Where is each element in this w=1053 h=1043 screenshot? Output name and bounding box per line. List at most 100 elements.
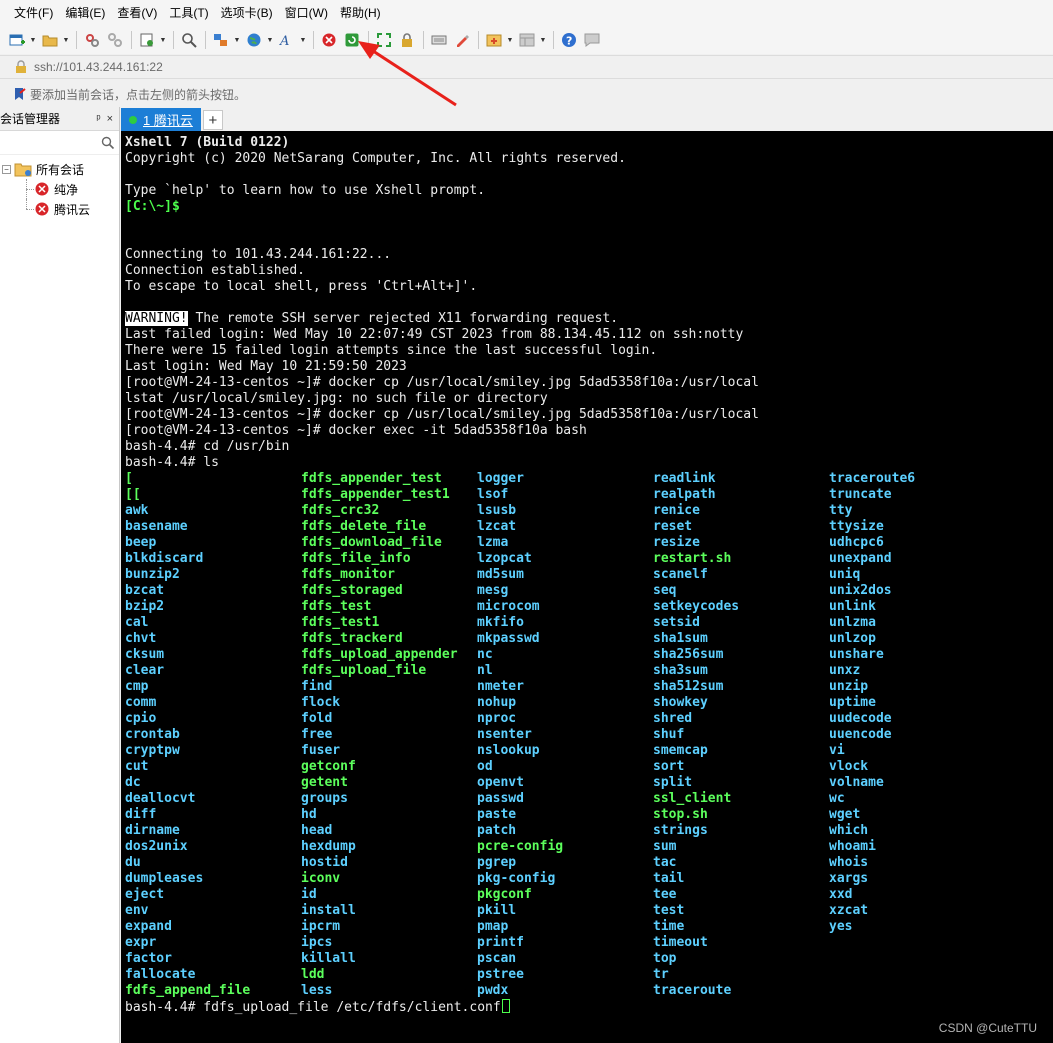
ls-entry: lzopcat	[477, 551, 532, 566]
menu-item-6[interactable]: 帮助(H)	[334, 0, 387, 26]
ls-entry: ipcrm	[301, 919, 341, 934]
ls-entry: bzcat	[125, 583, 165, 598]
ls-entry: expand	[125, 919, 172, 934]
session-search[interactable]	[0, 131, 119, 155]
ls-entry: cksum	[125, 647, 165, 662]
menu-item-2[interactable]: 查看(V)	[111, 0, 163, 26]
open-folder-icon[interactable]	[39, 29, 61, 51]
menu-item-0[interactable]: 文件(F)	[8, 0, 59, 26]
ls-entry: nc	[477, 647, 493, 662]
ls-entry: time	[653, 919, 685, 934]
add-tab-button[interactable]: +	[202, 110, 223, 130]
ls-entry: du	[125, 855, 141, 870]
disconnect-icon[interactable]	[104, 29, 126, 51]
terminal-line: [root@VM-24-13-centos ~]# docker cp /usr…	[125, 375, 759, 390]
layout-icon[interactable]	[516, 29, 538, 51]
ls-entry: mesg	[477, 583, 509, 598]
ls-entry: pkgconf	[477, 887, 532, 902]
add-tab-dropdown[interactable]: ▼	[506, 29, 514, 51]
menu-item-1[interactable]: 编辑(E)	[59, 0, 111, 26]
transfer-dropdown[interactable]: ▼	[233, 29, 241, 51]
ls-entry: uptime	[829, 695, 876, 710]
search-icon[interactable]	[101, 136, 115, 150]
ls-entry: getent	[301, 775, 348, 790]
open-dropdown[interactable]: ▼	[62, 29, 70, 51]
layout-dropdown[interactable]: ▼	[539, 29, 547, 51]
ls-entry: tee	[653, 887, 677, 902]
ls-entry: truncate	[829, 487, 892, 502]
ls-entry: reset	[653, 519, 693, 534]
xftp-green-icon[interactable]	[341, 29, 363, 51]
properties-icon[interactable]	[136, 29, 158, 51]
pin-icon[interactable]: ᵖ	[96, 113, 100, 125]
close-icon[interactable]: ×	[107, 113, 113, 125]
ls-entry: nohup	[477, 695, 517, 710]
ls-entry	[829, 983, 1005, 999]
lock-icon[interactable]	[396, 29, 418, 51]
ls-entry: wc	[829, 791, 845, 806]
terminal-line: To escape to local shell, press 'Ctrl+Al…	[125, 279, 478, 294]
ls-entry: sha256sum	[653, 647, 724, 662]
terminal-line: Xshell 7 (Build 0122)	[125, 135, 290, 150]
transfer-icon[interactable]	[210, 29, 232, 51]
ls-entry: [[	[125, 487, 141, 502]
ls-entry: openvt	[477, 775, 524, 790]
ls-entry: getconf	[301, 759, 356, 774]
ls-entry: cpio	[125, 711, 157, 726]
ls-output-grid: [fdfs_appender_test logger readlink tracero…	[125, 471, 1053, 999]
terminal[interactable]: Xshell 7 (Build 0122) Copyright (c) 2020…	[121, 131, 1053, 1043]
ls-entry: unexpand	[829, 551, 892, 566]
ls-entry: renice	[653, 503, 700, 518]
ls-entry: pstree	[477, 967, 524, 982]
highlight-icon[interactable]	[451, 29, 473, 51]
ls-entry: tac	[653, 855, 677, 870]
ls-entry: diff	[125, 807, 157, 822]
font-dropdown[interactable]: ▼	[299, 29, 307, 51]
reconnect-icon[interactable]	[81, 29, 103, 51]
ls-entry: fdfs_append_file	[125, 983, 251, 998]
globe-icon[interactable]	[243, 29, 265, 51]
keyboard-icon[interactable]	[428, 29, 450, 51]
help-icon[interactable]: ?	[558, 29, 580, 51]
ls-entry: chvt	[125, 631, 157, 646]
search-icon[interactable]	[178, 29, 200, 51]
address-input[interactable]: ssh://101.43.244.161:22	[4, 57, 1044, 77]
ls-entry: deallocvt	[125, 791, 196, 806]
terminal-command: bash-4.4# fdfs_upload_file /etc/fdfs/cli…	[125, 1000, 501, 1015]
collapse-icon[interactable]: −	[2, 164, 11, 174]
new-session-dropdown[interactable]: ▼	[29, 29, 37, 51]
session-manager-header: 会话管理器 ᵖ ×	[0, 107, 119, 131]
globe-dropdown[interactable]: ▼	[266, 29, 274, 51]
session-tree: − 所有会话 纯净 腾讯云	[0, 155, 119, 219]
svg-text:?: ?	[566, 35, 572, 48]
menu-item-3[interactable]: 工具(T)	[163, 0, 214, 26]
chat-icon[interactable]	[581, 29, 603, 51]
ls-entry	[829, 967, 1005, 983]
menu-item-5[interactable]: 窗口(W)	[279, 0, 334, 26]
properties-dropdown[interactable]: ▼	[159, 29, 167, 51]
ls-entry: head	[301, 823, 333, 838]
ls-entry: [	[125, 471, 133, 486]
ls-entry: pkg-config	[477, 871, 556, 886]
tab-tencent[interactable]: 1 腾讯云	[121, 108, 201, 131]
tab-bar: 1 腾讯云 +	[121, 107, 1053, 131]
ls-entry: nmeter	[477, 679, 524, 694]
ls-entry: pmap	[477, 919, 509, 934]
font-icon[interactable]: A	[276, 29, 298, 51]
ls-entry: xxd	[829, 887, 853, 902]
ls-entry: dirname	[125, 823, 180, 838]
tree-item-clean[interactable]: 纯净	[0, 179, 119, 199]
ls-entry: hostid	[301, 855, 348, 870]
menu-item-4[interactable]: 选项卡(B)	[215, 0, 279, 26]
fullscreen-icon[interactable]	[373, 29, 395, 51]
add-tab-icon[interactable]	[483, 29, 505, 51]
new-session-icon[interactable]	[6, 29, 28, 51]
terminal-line: Connecting to 101.43.244.161:22...	[125, 247, 392, 262]
tree-root-all-sessions[interactable]: − 所有会话	[0, 159, 119, 179]
xshell-red-icon[interactable]	[318, 29, 340, 51]
tab-label: 1 腾讯云	[143, 113, 193, 128]
tree-item-tencent[interactable]: 腾讯云	[0, 199, 119, 219]
toolbar: ▼ ▼ ▼ ▼ ▼ A ▼ ▼ ▼ ?	[0, 26, 1053, 54]
bookmark-icon[interactable]	[12, 87, 26, 101]
ls-entry: unlzma	[829, 615, 876, 630]
